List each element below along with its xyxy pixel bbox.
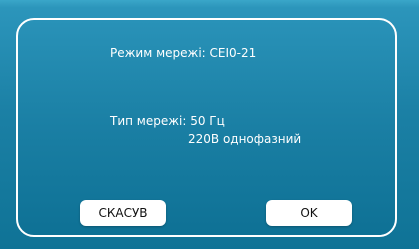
confirm-dialog: Режим мережі: CEI0-21 Тип мережі: 50 Гц …	[16, 18, 397, 237]
cancel-button[interactable]: СКАСУВ	[80, 200, 166, 226]
ok-button[interactable]: OK	[266, 200, 352, 226]
screen-background: Режим мережі: CEI0-21 Тип мережі: 50 Гц …	[0, 0, 419, 249]
title-bar	[0, 0, 419, 8]
grid-phase-text: 220В однофазний	[188, 132, 302, 146]
grid-mode-text: Режим мережі: CEI0-21	[110, 46, 257, 60]
grid-type-text: Тип мережі: 50 Гц	[110, 114, 225, 128]
